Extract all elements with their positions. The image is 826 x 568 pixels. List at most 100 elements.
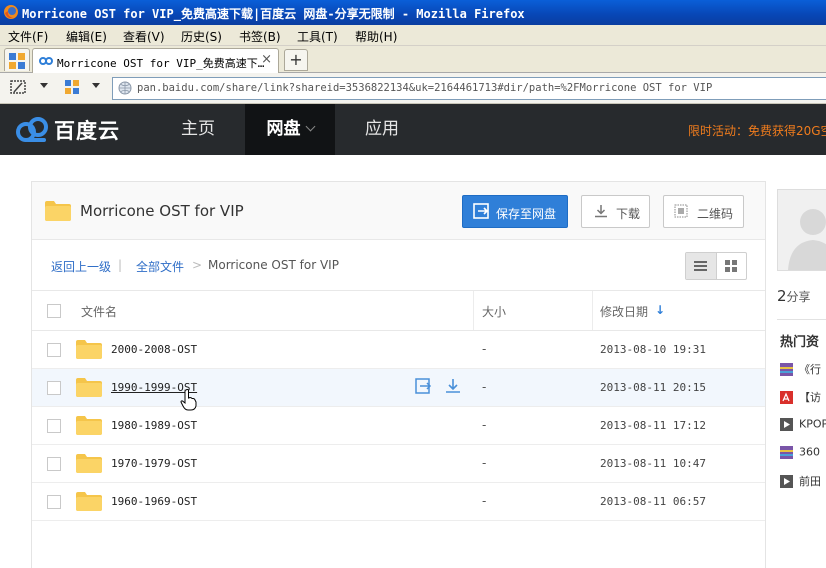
download-icon	[595, 205, 607, 218]
row-download-icon[interactable]	[445, 378, 461, 394]
column-divider	[592, 291, 593, 330]
nav-netdisk[interactable]: 网盘	[245, 104, 335, 155]
file-name[interactable]: 1980-1989-OST	[111, 419, 197, 432]
folder-icon	[76, 492, 102, 511]
share-count-number: 2	[777, 287, 787, 305]
list-view-button[interactable]	[686, 253, 717, 279]
avatar[interactable]	[777, 189, 826, 271]
archive-icon	[780, 362, 793, 376]
file-date: 2013-08-11 20:15	[600, 381, 706, 394]
hot-resources-title: 热门资	[780, 335, 820, 350]
pdf-icon	[780, 390, 793, 404]
column-size-header[interactable]: 大小	[482, 303, 506, 320]
tab-groups-button[interactable]	[4, 48, 30, 71]
row-checkbox[interactable]	[47, 457, 61, 471]
folder-icon	[45, 201, 71, 221]
screenshot-dropdown-icon[interactable]	[40, 83, 48, 88]
hot-item-label: 《行	[799, 363, 821, 376]
file-size: -	[482, 456, 487, 470]
download-button-label: 下载	[616, 207, 641, 221]
menu-history[interactable]: 历史(S)	[181, 28, 222, 45]
download-button[interactable]: 下载	[581, 195, 650, 228]
save-button-label: 保存至网盘	[496, 207, 557, 221]
video-icon	[780, 474, 793, 488]
groups-dropdown-icon[interactable]	[92, 83, 100, 88]
new-tab-button[interactable]: +	[284, 49, 308, 71]
breadcrumb-back[interactable]: 返回上一级	[51, 258, 111, 275]
folder-icon	[76, 378, 102, 397]
row-checkbox[interactable]	[47, 495, 61, 509]
file-date: 2013-08-10 19:31	[600, 343, 706, 356]
site-logo-text[interactable]: 百度云	[54, 115, 120, 145]
user-silhouette-icon	[788, 209, 826, 270]
sidebar-divider	[777, 319, 826, 320]
file-size: -	[482, 418, 487, 432]
promo-link[interactable]: 限时活动：免费获得20G空	[688, 122, 826, 139]
grid-view-button[interactable]	[717, 253, 746, 279]
breadcrumb-current: Morricone OST for VIP	[208, 258, 339, 272]
hot-item-label: 【访	[799, 391, 821, 404]
share-count: 2分享	[777, 287, 811, 305]
menu-view[interactable]: 查看(V)	[123, 28, 165, 45]
site-header: 百度云 主页 网盘 应用 限时活动：免费获得20G空	[0, 104, 826, 155]
hot-item-label: KPOP	[799, 417, 826, 431]
folder-title: Morricone OST for VIP	[80, 202, 244, 220]
baidu-cloud-logo-icon[interactable]	[14, 115, 52, 145]
hot-item[interactable]: 前田	[780, 473, 821, 489]
firefox-icon	[4, 5, 18, 19]
breadcrumb-divider: |	[118, 258, 123, 272]
file-date: 2013-08-11 06:57	[600, 495, 706, 508]
breadcrumb-all-files[interactable]: 全部文件	[136, 258, 184, 275]
sort-desc-icon[interactable]: ↓	[655, 303, 665, 317]
table-row[interactable]: 1970-1979-OST - 2013-08-11 10:47	[32, 445, 765, 483]
hot-item-label: 360	[799, 445, 820, 459]
row-save-icon[interactable]	[415, 378, 432, 394]
url-bar[interactable]: pan.baidu.com/share/link?shareid=3536822…	[112, 77, 826, 100]
tab-groups-icon[interactable]	[63, 78, 81, 96]
menu-file[interactable]: 文件(F)	[8, 28, 48, 45]
row-checkbox[interactable]	[47, 381, 61, 395]
column-divider	[473, 291, 474, 330]
file-name[interactable]: 1960-1969-OST	[111, 495, 197, 508]
file-name[interactable]: 1970-1979-OST	[111, 457, 197, 470]
file-date: 2013-08-11 17:12	[600, 419, 706, 432]
nav-apps-label: 应用	[365, 119, 399, 139]
menu-tools[interactable]: 工具(T)	[297, 28, 338, 45]
globe-icon	[118, 81, 132, 95]
hot-item[interactable]: 《行	[780, 361, 821, 377]
menu-bookmarks[interactable]: 书签(B)	[239, 28, 281, 45]
nav-apps[interactable]: 应用	[336, 104, 428, 155]
column-date-header[interactable]: 修改日期	[600, 303, 648, 320]
hot-item[interactable]: KPOP	[780, 417, 826, 431]
menu-bar: 文件(F) 编辑(E) 查看(V) 历史(S) 书签(B) 工具(T) 帮助(H…	[0, 25, 826, 46]
nav-home[interactable]: 主页	[152, 104, 244, 155]
screenshot-tool-icon[interactable]	[9, 78, 27, 96]
row-checkbox[interactable]	[47, 419, 61, 433]
menu-help[interactable]: 帮助(H)	[355, 28, 397, 45]
hot-item[interactable]: 360	[780, 445, 820, 459]
menu-edit[interactable]: 编辑(E)	[66, 28, 107, 45]
table-row[interactable]: 1960-1969-OST - 2013-08-11 06:57	[32, 483, 765, 521]
sharer-sidebar: 2分享 热门资 《行 【访 KPOP 360 前田	[764, 181, 826, 567]
tab-morricone[interactable]: Morricone OST for VIP_免费高速下… ×	[32, 48, 279, 73]
file-name[interactable]: 2000-2008-OST	[111, 343, 197, 356]
nav-home-label: 主页	[181, 119, 215, 139]
archive-icon	[780, 445, 793, 459]
row-checkbox[interactable]	[47, 343, 61, 357]
table-row[interactable]: 1990-1999-OST - 2013-08-11 20:15	[32, 369, 765, 407]
table-row[interactable]: 2000-2008-OST - 2013-08-10 19:31	[32, 331, 765, 369]
tab-strip: Morricone OST for VIP_免费高速下… × +	[0, 46, 826, 73]
table-row[interactable]: 1980-1989-OST - 2013-08-11 17:12	[32, 407, 765, 445]
qr-code-icon	[674, 204, 688, 218]
select-all-checkbox[interactable]	[47, 304, 61, 318]
qr-code-button[interactable]: 二维码	[663, 195, 744, 228]
breadcrumb-separator: >	[192, 258, 203, 272]
save-to-netdisk-button[interactable]: 保存至网盘	[462, 195, 568, 228]
hot-item[interactable]: 【访	[780, 389, 821, 405]
tab-close-icon[interactable]: ×	[261, 52, 272, 67]
hot-item-label: 前田	[799, 475, 821, 488]
file-date: 2013-08-11 10:47	[600, 457, 706, 470]
share-panel: Morricone OST for VIP 保存至网盘 下载 二维码 返回上一级…	[31, 181, 766, 568]
baidu-favicon-icon	[39, 57, 53, 65]
column-name-header[interactable]: 文件名	[81, 303, 117, 320]
